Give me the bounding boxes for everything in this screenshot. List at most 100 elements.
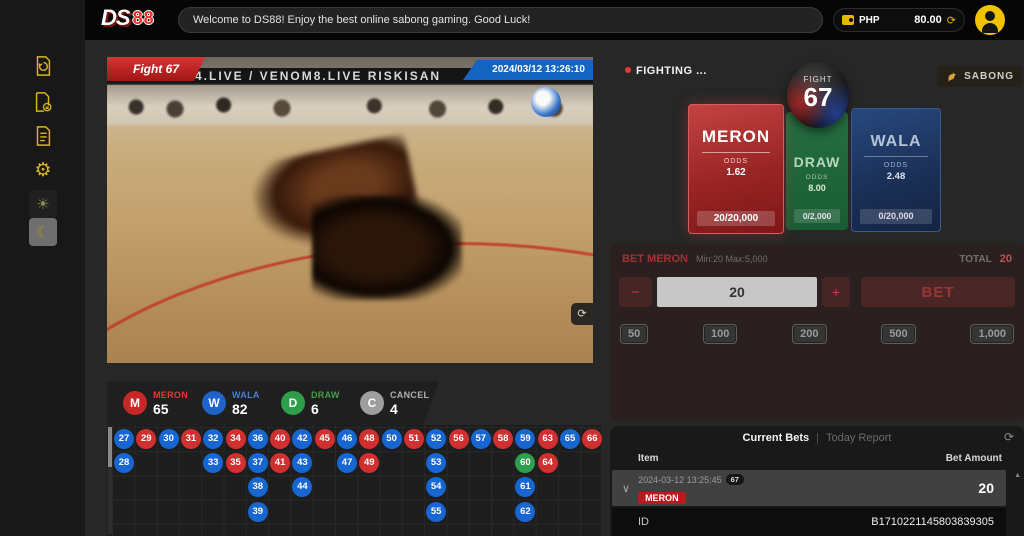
trend-cell: 62 [515,502,535,522]
light-mode-icon[interactable]: ☀ [29,190,57,218]
odds-label: ODDS [689,158,783,165]
bet-time: 2024-03-12 13:25:45 [638,475,722,485]
meron-circle-icon: M [123,391,147,415]
bet-button[interactable]: BET [861,277,1015,307]
trend-cell: 58 [493,429,513,449]
fight-status: FIGHTING ... [625,65,707,77]
stat-label: CANCEL [390,390,429,400]
bet-limits: Min:20 Max:5,000 [696,254,768,264]
arena-logo [531,87,561,117]
quick-chip-row: 50 100 200 500 1,000 [610,324,1024,344]
bet-id-value: B1710221145803839305 [871,516,994,528]
trend-cell: 65 [560,429,580,449]
trend-cell: 52 [426,429,446,449]
odds-value: 8.00 [786,183,848,193]
card-title: MERON [689,127,783,147]
stat-label: MERON [153,390,188,400]
odds-value: 2.48 [852,171,940,182]
fight-number-ball: FIGHT 67 [787,62,849,128]
trend-cell: 61 [515,477,535,497]
odds-label: ODDS [786,174,848,181]
trend-cell: 54 [426,477,446,497]
draw-bet-card[interactable]: DRAW ODDS 8.00 0/2,000 [786,112,848,230]
ds88-sabong-app: ⚙ ☀ ☾ DS 88 Welcome to DS88! Enjoy the b… [0,0,1024,536]
odds-label: ODDS [852,162,940,169]
trend-cell: 53 [426,453,446,473]
wallet-balance: 80.00 [914,14,942,26]
scroll-up-icon[interactable]: ▲ [1014,472,1021,479]
trend-cell: 60 [515,453,535,473]
dark-mode-icon[interactable]: ☾ [29,218,57,246]
trend-cell: 64 [538,453,558,473]
stat-wala: W WALA 82 [202,390,281,417]
draw-circle-icon: D [281,391,305,415]
bet-side-label: BET MERON [622,253,688,265]
card-divider [702,152,770,153]
avatar[interactable] [975,5,1005,35]
trend-cell: 66 [582,429,602,449]
col-item: Item [638,453,659,464]
bet-row[interactable]: ∨ 2024-03-12 13:25:4567 MERON 20 [612,470,1006,506]
ds88-logo[interactable]: DS 88 [101,5,155,31]
welcome-marquee: Welcome to DS88! Enjoy the best online s… [178,7,823,33]
rooster-two [312,195,462,300]
col-bet-amount: Bet Amount [946,453,1002,464]
stat-label: DRAW [311,390,340,400]
odds-value: 1.62 [689,167,783,178]
wallet-pill[interactable]: PHP 80.00 ⟳ [833,8,965,32]
chevron-down-icon[interactable]: ∨ [622,482,630,495]
wallet-icon [842,15,854,25]
trend-cell: 43 [292,453,312,473]
bets-refresh-icon[interactable]: ⟳ [1004,430,1014,444]
tab-today-report[interactable]: Today Report [826,432,891,444]
trend-cell: 41 [270,453,290,473]
trend-cell: 30 [159,429,179,449]
settings-icon[interactable]: ⚙ [29,156,57,184]
decrease-bet-button[interactable]: − [619,277,652,307]
meron-bet-card[interactable]: MERON ODDS 1.62 20/20,000 [688,104,784,234]
bet-area: BET MERON Min:20 Max:5,000 TOTAL 20 − + … [610,244,1024,420]
trend-cell: 28 [114,453,134,473]
status-dot-icon [625,67,631,73]
bet-amount: 20 [978,480,994,496]
chip-50[interactable]: 50 [620,324,648,344]
trend-scrollbar-thumb[interactable] [108,427,112,467]
bet-report-icon[interactable] [29,88,57,116]
wala-bet-card[interactable]: WALA ODDS 2.48 0/20,000 [851,108,941,232]
provider-label: SABONG [964,71,1014,82]
trend-scrollbar[interactable] [108,427,112,534]
bet-amount-input[interactable] [657,277,817,307]
wala-circle-icon: W [202,391,226,415]
stat-label: WALA [232,390,260,400]
stat-draw: D DRAW 6 [281,390,360,417]
bet-id-label: ID [638,516,649,528]
trend-cell: 37 [248,453,268,473]
chip-100[interactable]: 100 [703,324,737,344]
bet-controls: − + BET [610,277,1024,307]
bet-detail-row: ID B1710221145803839305 [612,508,1006,536]
tab-current-bets[interactable]: Current Bets [743,432,810,444]
total-value: 20 [1000,253,1012,265]
trend-cell: 49 [359,453,379,473]
trend-cell: 31 [181,429,201,449]
camera-switch-icon[interactable]: ⟳ [571,303,593,325]
chip-200[interactable]: 200 [792,324,826,344]
trend-cell: 39 [248,502,268,522]
chip-1000[interactable]: 1,000 [970,324,1014,344]
increase-bet-button[interactable]: + [822,277,850,307]
live-video-player[interactable]: UCUP4.LIVE / VENOM8.LIVE RISKISAN Fight … [107,57,593,363]
stat-value: 4 [390,401,429,417]
balance-refresh-icon[interactable]: ⟳ [947,14,956,27]
trend-cell: 51 [404,429,424,449]
trend-cell: 40 [270,429,290,449]
rules-icon[interactable] [29,122,57,150]
result-stats-bar: M MERON 65 W WALA 82 D DRAW 6 C CANCEL 4 [107,381,439,425]
trend-cell: 34 [226,429,246,449]
chip-500[interactable]: 500 [881,324,915,344]
trend-cell: 38 [248,477,268,497]
stat-meron: M MERON 65 [123,390,202,417]
trend-cell: 55 [426,502,446,522]
trend-cell: 42 [292,429,312,449]
wallet-currency: PHP [859,15,880,26]
game-records-icon[interactable] [29,52,57,80]
